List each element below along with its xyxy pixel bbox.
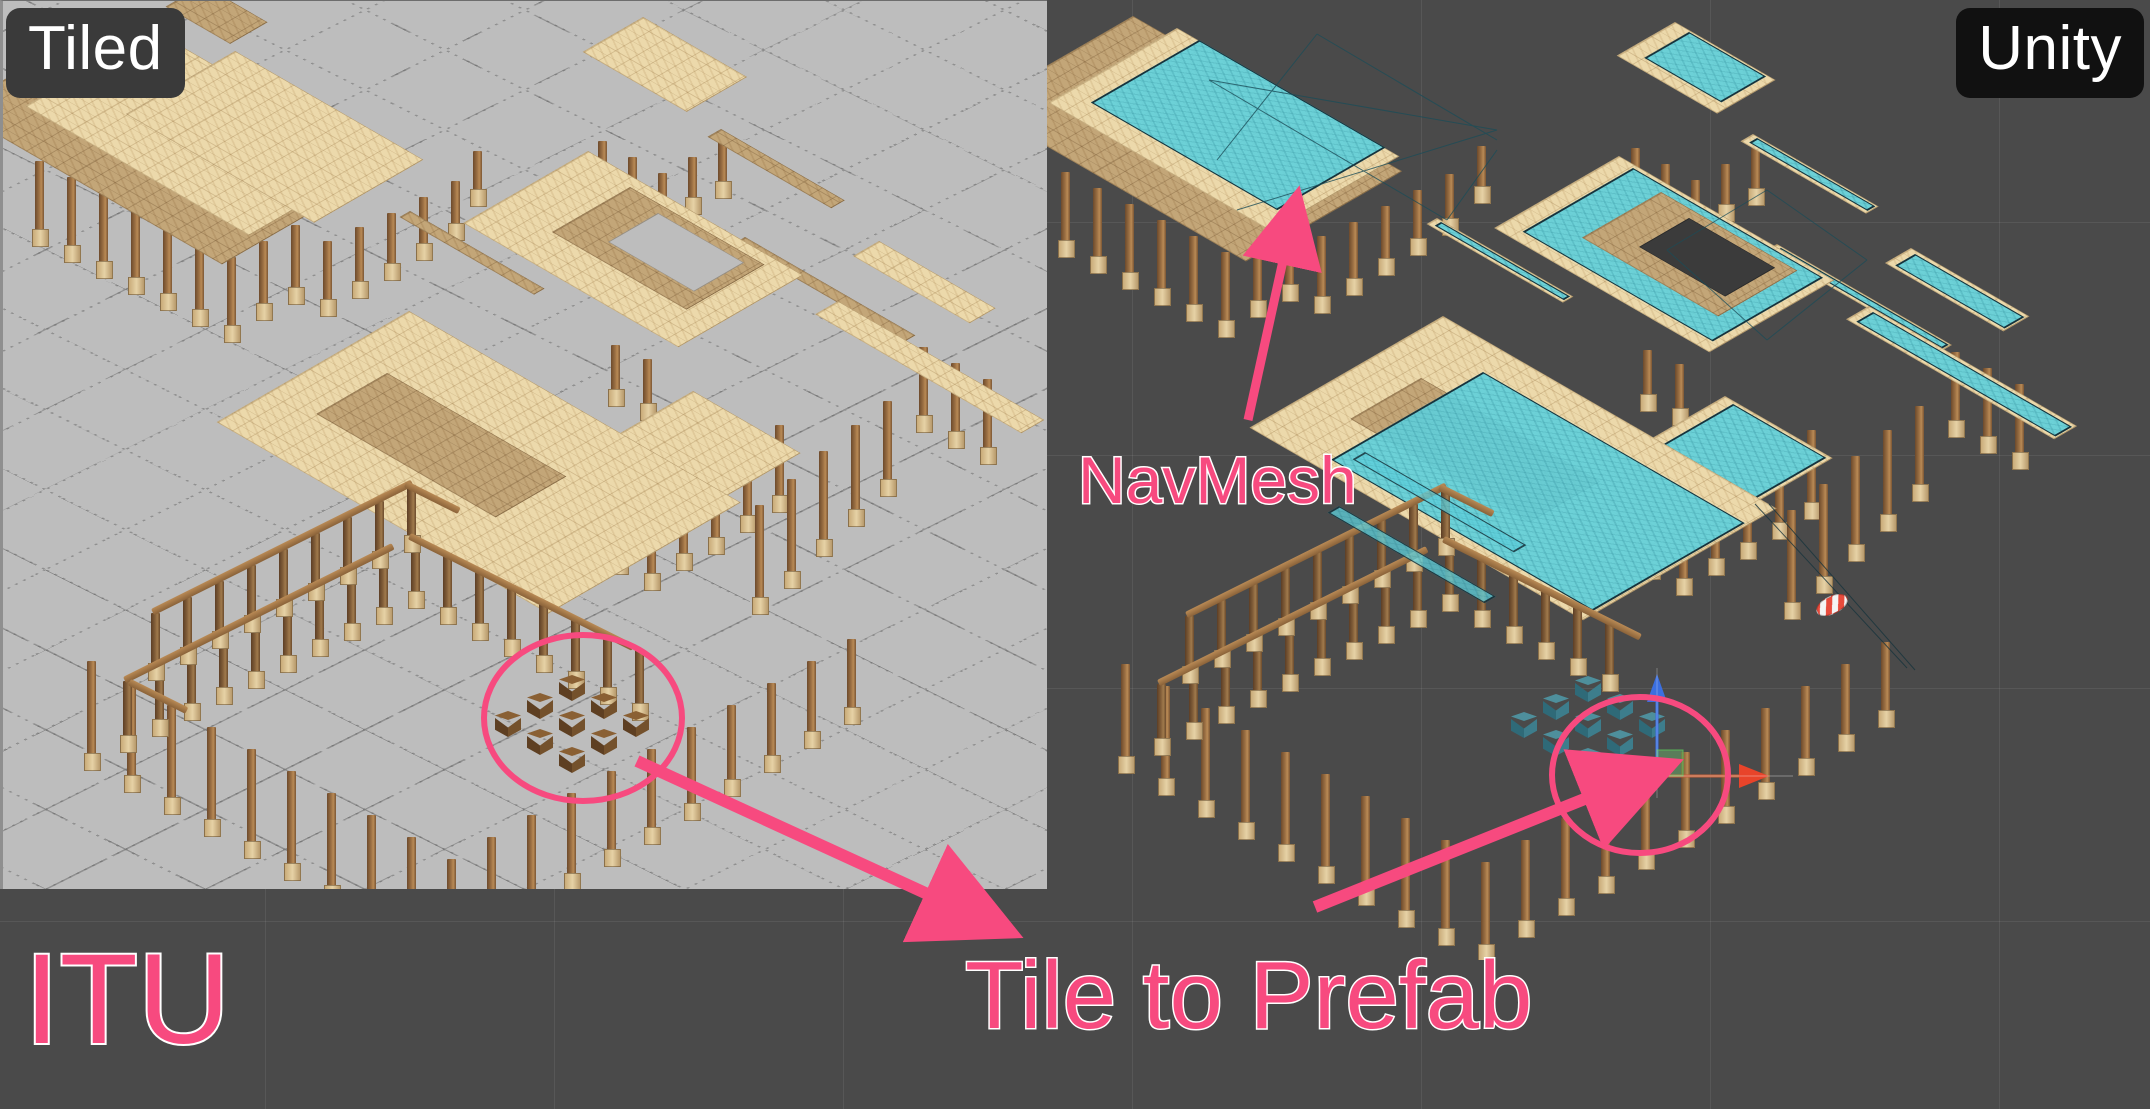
tiled-label-text: Tiled <box>28 14 163 83</box>
transform-gizmo-icon[interactable] <box>1643 668 1793 798</box>
crate[interactable] <box>1543 694 1569 720</box>
crate[interactable] <box>559 747 585 773</box>
gizmo-pivot-sphere[interactable] <box>1587 792 1604 809</box>
crate[interactable] <box>559 675 585 701</box>
crate[interactable] <box>591 729 617 755</box>
navmesh-triangulation-center <box>1666 189 1868 341</box>
crate[interactable] <box>1575 712 1601 738</box>
crate[interactable] <box>1607 694 1633 720</box>
brand-caption: ITU <box>22 928 232 1071</box>
crate[interactable] <box>1511 712 1537 738</box>
crate[interactable] <box>1575 748 1601 774</box>
crate[interactable] <box>527 729 553 755</box>
navmesh-caption: NavMesh <box>1077 443 1359 517</box>
navmesh-triangulation-topleft <box>1208 33 1498 221</box>
crate[interactable] <box>495 711 521 737</box>
crate[interactable] <box>527 693 553 719</box>
crate[interactable] <box>591 693 617 719</box>
crate[interactable] <box>1543 730 1569 756</box>
feature-caption: Tile to Prefab <box>963 942 1533 1049</box>
tiled-map-scene[interactable] <box>3 1 1047 889</box>
unity-label-badge: Unity <box>1956 8 2144 98</box>
crate[interactable] <box>559 711 585 737</box>
crate[interactable] <box>1607 730 1633 756</box>
crate[interactable] <box>623 711 649 737</box>
tiled-label-badge: Tiled <box>6 8 185 98</box>
tiled-editor-viewport[interactable] <box>0 0 1047 889</box>
unity-label-text: Unity <box>1978 14 2122 83</box>
crate[interactable] <box>1575 676 1601 702</box>
